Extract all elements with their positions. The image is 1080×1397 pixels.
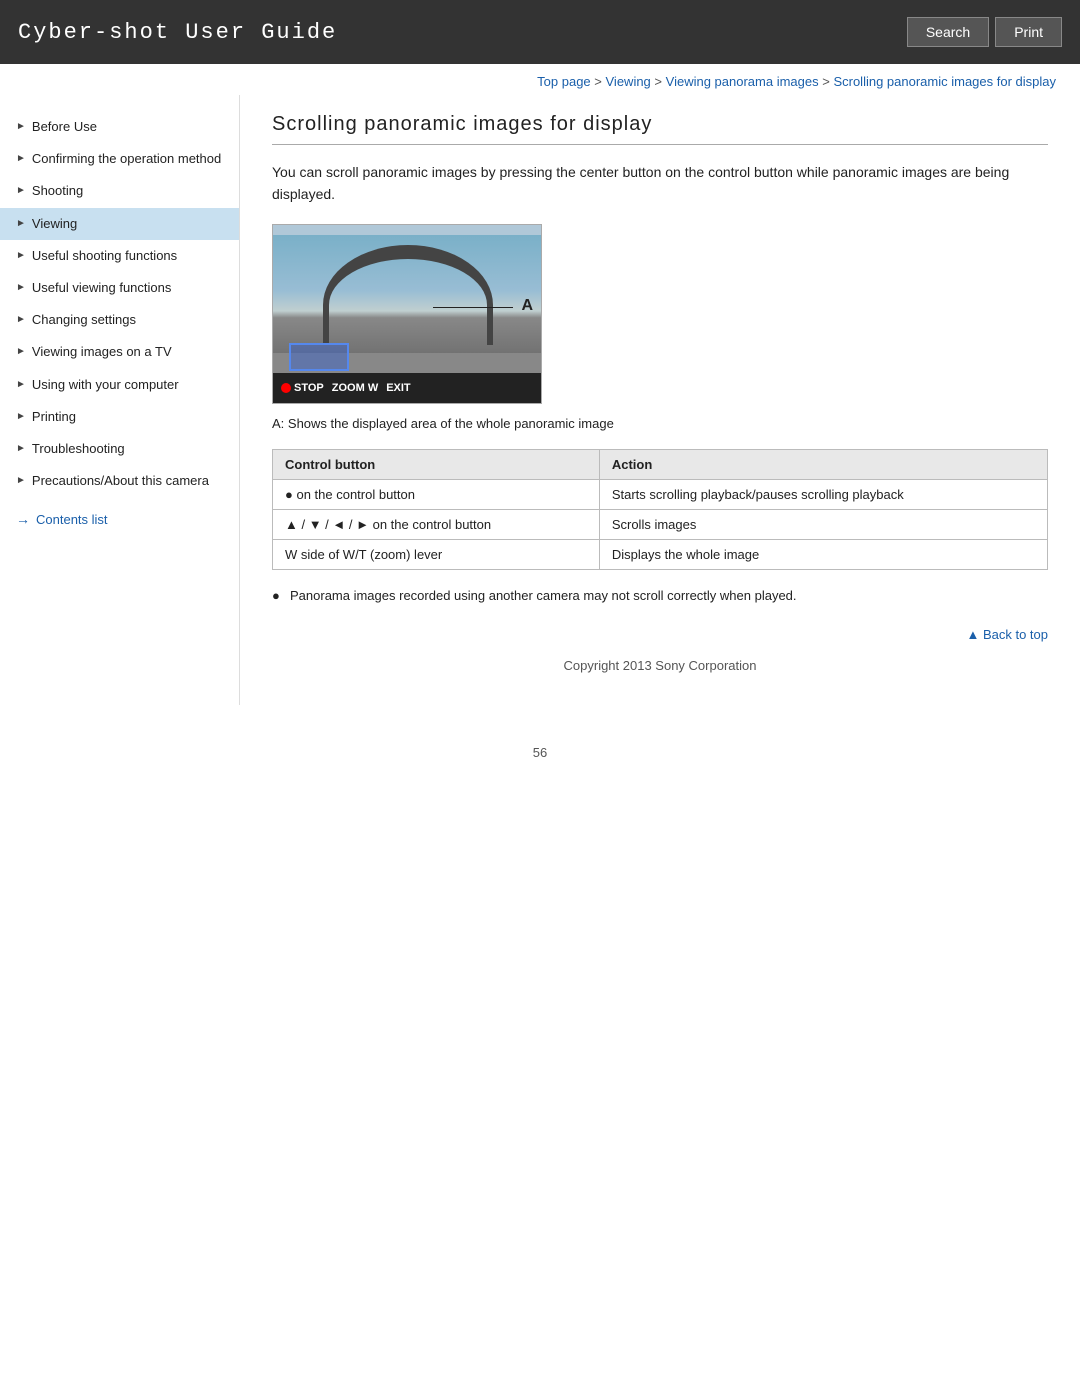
sidebar-item-precautions[interactable]: ► Precautions/About this camera bbox=[0, 465, 239, 497]
arrow-icon: ► bbox=[16, 378, 26, 392]
main-content: Scrolling panoramic images for display Y… bbox=[240, 95, 1080, 705]
panoramic-image: A STOP ZOOM W EXIT bbox=[272, 224, 542, 404]
note-bullet-icon: ● bbox=[272, 586, 280, 607]
arrow-icon: ► bbox=[16, 281, 26, 295]
pano-label-a: A bbox=[521, 297, 533, 315]
table-row: ▲ / ▼ / ◄ / ► on the control button Scro… bbox=[273, 509, 1048, 539]
sidebar-item-useful-shooting[interactable]: ► Useful shooting functions bbox=[0, 240, 239, 272]
sidebar-item-printing[interactable]: ► Printing bbox=[0, 401, 239, 433]
table-cell-control-3: W side of W/T (zoom) lever bbox=[273, 539, 600, 569]
pano-zoom-button: ZOOM W bbox=[332, 382, 378, 394]
search-button[interactable]: Search bbox=[907, 17, 989, 47]
breadcrumb-viewing[interactable]: Viewing bbox=[606, 74, 651, 89]
sidebar: ► Before Use ► Confirming the operation … bbox=[0, 95, 240, 705]
sidebar-item-useful-viewing[interactable]: ► Useful viewing functions bbox=[0, 272, 239, 304]
sidebar-item-troubleshooting[interactable]: ► Troubleshooting bbox=[0, 433, 239, 465]
sidebar-item-viewing-tv[interactable]: ► Viewing images on a TV bbox=[0, 336, 239, 368]
arrow-icon: ► bbox=[16, 184, 26, 198]
breadcrumb-scrolling[interactable]: Scrolling panoramic images for display bbox=[833, 74, 1056, 89]
table-cell-control-2: ▲ / ▼ / ◄ / ► on the control button bbox=[273, 509, 600, 539]
back-to-top[interactable]: ▲ Back to top bbox=[272, 627, 1048, 642]
sidebar-item-shooting[interactable]: ► Shooting bbox=[0, 175, 239, 207]
arrow-icon: ► bbox=[16, 120, 26, 134]
back-to-top-link[interactable]: ▲ Back to top bbox=[966, 627, 1048, 642]
arrow-icon: ► bbox=[16, 152, 26, 166]
intro-text: You can scroll panoramic images by press… bbox=[272, 161, 1048, 206]
caption-a: A: Shows the displayed area of the whole… bbox=[272, 416, 1048, 431]
contents-arrow-icon: → bbox=[16, 511, 30, 527]
pano-toolbar: STOP ZOOM W EXIT bbox=[273, 373, 541, 403]
control-table: Control button Action ● on the control b… bbox=[272, 449, 1048, 570]
layout: ► Before Use ► Confirming the operation … bbox=[0, 95, 1080, 705]
table-header-control: Control button bbox=[273, 449, 600, 479]
table-cell-control-1: ● on the control button bbox=[273, 479, 600, 509]
print-button[interactable]: Print bbox=[995, 17, 1062, 47]
pano-overlay-box bbox=[289, 343, 349, 371]
pano-line-a bbox=[433, 307, 513, 308]
pano-exit-button: EXIT bbox=[386, 382, 410, 394]
table-header-action: Action bbox=[599, 449, 1047, 479]
breadcrumb-panorama[interactable]: Viewing panorama images bbox=[666, 74, 819, 89]
table-row: ● on the control button Starts scrolling… bbox=[273, 479, 1048, 509]
sidebar-item-viewing[interactable]: ► Viewing bbox=[0, 208, 239, 240]
table-row: W side of W/T (zoom) lever Displays the … bbox=[273, 539, 1048, 569]
stop-dot-icon bbox=[281, 383, 291, 393]
header: Cyber-shot User Guide Search Print bbox=[0, 0, 1080, 64]
arrow-icon: ► bbox=[16, 217, 26, 231]
note-text: ● Panorama images recorded using another… bbox=[272, 586, 1048, 607]
table-cell-action-3: Displays the whole image bbox=[599, 539, 1047, 569]
arrow-icon: ► bbox=[16, 410, 26, 424]
breadcrumb-top[interactable]: Top page bbox=[537, 74, 591, 89]
header-buttons: Search Print bbox=[907, 17, 1062, 47]
pano-stop-button: STOP bbox=[281, 382, 324, 394]
table-cell-action-1: Starts scrolling playback/pauses scrolli… bbox=[599, 479, 1047, 509]
page-title: Scrolling panoramic images for display bbox=[272, 113, 1048, 145]
sidebar-item-before-use[interactable]: ► Before Use bbox=[0, 111, 239, 143]
arrow-icon: ► bbox=[16, 313, 26, 327]
copyright: Copyright 2013 Sony Corporation bbox=[272, 658, 1048, 673]
arrow-icon: ► bbox=[16, 345, 26, 359]
sidebar-item-computer[interactable]: ► Using with your computer bbox=[0, 369, 239, 401]
sidebar-item-confirming[interactable]: ► Confirming the operation method bbox=[0, 143, 239, 175]
page-number: 56 bbox=[0, 745, 1080, 780]
contents-list-link[interactable]: → Contents list bbox=[0, 497, 239, 527]
arrow-icon: ► bbox=[16, 442, 26, 456]
table-cell-action-2: Scrolls images bbox=[599, 509, 1047, 539]
app-title: Cyber-shot User Guide bbox=[18, 20, 337, 45]
arrow-icon: ► bbox=[16, 249, 26, 263]
sidebar-item-changing-settings[interactable]: ► Changing settings bbox=[0, 304, 239, 336]
arrow-icon: ► bbox=[16, 474, 26, 488]
breadcrumb: Top page > Viewing > Viewing panorama im… bbox=[0, 64, 1080, 95]
